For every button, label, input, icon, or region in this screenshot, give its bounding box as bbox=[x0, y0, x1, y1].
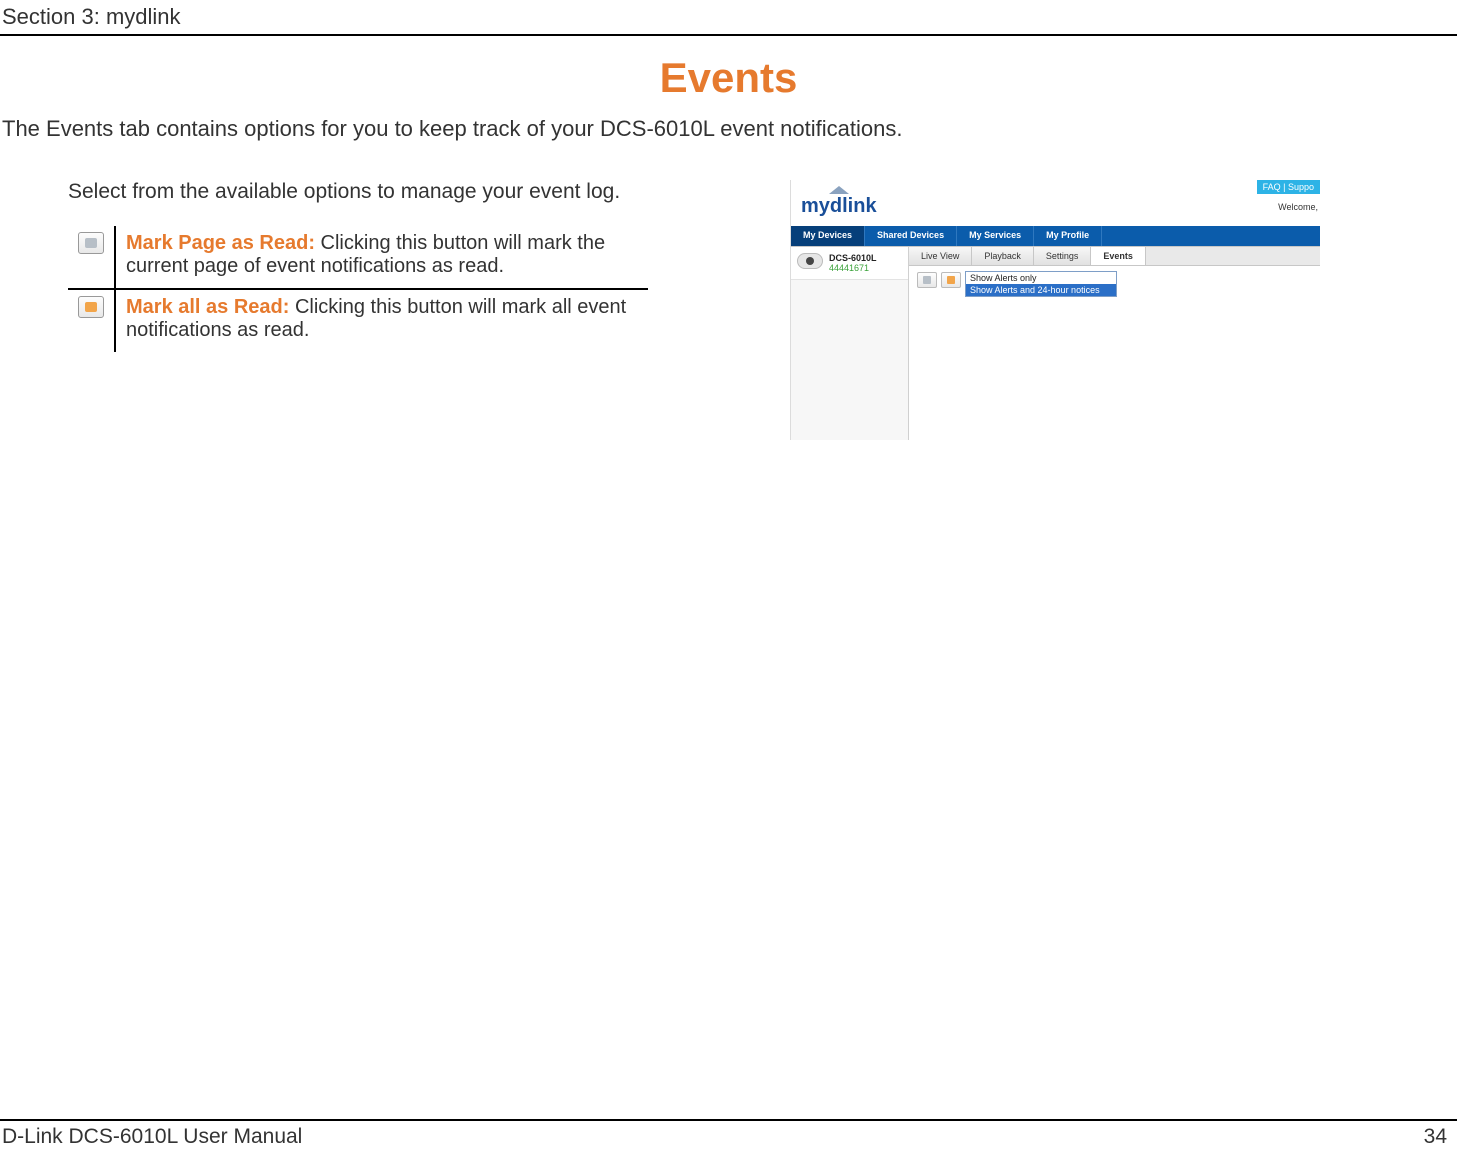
sub-tabs: Live View Playback Settings Events bbox=[909, 247, 1320, 266]
select-instruction: Select from the available options to man… bbox=[68, 180, 760, 204]
device-text: DCS-6010L 44441671 bbox=[829, 253, 877, 273]
logo-text: mydlink bbox=[801, 195, 877, 217]
intro-paragraph: The Events tab contains options for you … bbox=[2, 116, 1455, 142]
option-label: Mark Page as Read: bbox=[126, 232, 315, 254]
house-roof-icon bbox=[829, 186, 849, 194]
left-column: Select from the available options to man… bbox=[0, 180, 790, 352]
device-name: DCS-6010L bbox=[829, 253, 877, 263]
device-item[interactable]: DCS-6010L 44441671 bbox=[791, 247, 908, 280]
mark-page-read-button[interactable] bbox=[917, 272, 937, 288]
page-footer: D-Link DCS-6010L User Manual 34 bbox=[0, 1119, 1457, 1149]
mydlink-screenshot: mydlink FAQ | Suppo Welcome, My Devices … bbox=[790, 180, 1320, 440]
dropdown-option-selected[interactable]: Show Alerts and 24-hour notices bbox=[966, 284, 1116, 296]
welcome-text: Welcome, bbox=[1278, 202, 1318, 212]
option-icon-cell bbox=[68, 289, 115, 352]
nav-shared-devices[interactable]: Shared Devices bbox=[865, 226, 957, 246]
tab-events[interactable]: Events bbox=[1091, 247, 1146, 265]
footer-page-number: 34 bbox=[1424, 1125, 1447, 1149]
option-desc-cell: Mark Page as Read: Clicking this button … bbox=[115, 226, 648, 289]
nav-my-services[interactable]: My Services bbox=[957, 226, 1034, 246]
options-table: Mark Page as Read: Clicking this button … bbox=[68, 226, 648, 352]
dropdown-menu-open: Show Alerts only Show Alerts and 24-hour… bbox=[965, 271, 1117, 297]
option-row: Mark Page as Read: Clicking this button … bbox=[68, 226, 648, 289]
tab-settings[interactable]: Settings bbox=[1034, 247, 1092, 265]
tab-live-view[interactable]: Live View bbox=[909, 247, 972, 265]
camera-icon bbox=[797, 253, 823, 269]
right-column: mydlink FAQ | Suppo Welcome, My Devices … bbox=[790, 180, 1330, 440]
mark-all-read-button[interactable] bbox=[941, 272, 961, 288]
option-label: Mark all as Read: bbox=[126, 296, 289, 318]
section-header-text: Section 3: mydlink bbox=[2, 4, 181, 29]
option-icon-cell bbox=[68, 226, 115, 289]
device-list: DCS-6010L 44441671 bbox=[791, 247, 909, 440]
body-area: DCS-6010L 44441671 Live View Playback Se… bbox=[791, 246, 1320, 440]
footer-manual-name: D-Link DCS-6010L User Manual bbox=[2, 1125, 302, 1149]
section-header: Section 3: mydlink bbox=[0, 0, 1457, 36]
option-row: Mark all as Read: Clicking this button w… bbox=[68, 289, 648, 352]
tab-playback[interactable]: Playback bbox=[972, 247, 1034, 265]
tab-area: Live View Playback Settings Events Show … bbox=[909, 247, 1320, 440]
main-nav: My Devices Shared Devices My Services My… bbox=[791, 226, 1320, 246]
faq-support-link[interactable]: FAQ | Suppo bbox=[1257, 180, 1320, 194]
nav-my-profile[interactable]: My Profile bbox=[1034, 226, 1102, 246]
dropdown-option[interactable]: Show Alerts only bbox=[966, 272, 1116, 284]
device-id: 44441671 bbox=[829, 263, 877, 273]
mark-page-read-icon bbox=[78, 232, 104, 254]
content-row: Select from the available options to man… bbox=[0, 180, 1457, 440]
nav-my-devices[interactable]: My Devices bbox=[791, 226, 865, 246]
option-desc-cell: Mark all as Read: Clicking this button w… bbox=[115, 289, 648, 352]
mydlink-logo: mydlink bbox=[801, 186, 877, 218]
mark-all-read-icon bbox=[78, 296, 104, 318]
page-title: Events bbox=[0, 54, 1457, 102]
